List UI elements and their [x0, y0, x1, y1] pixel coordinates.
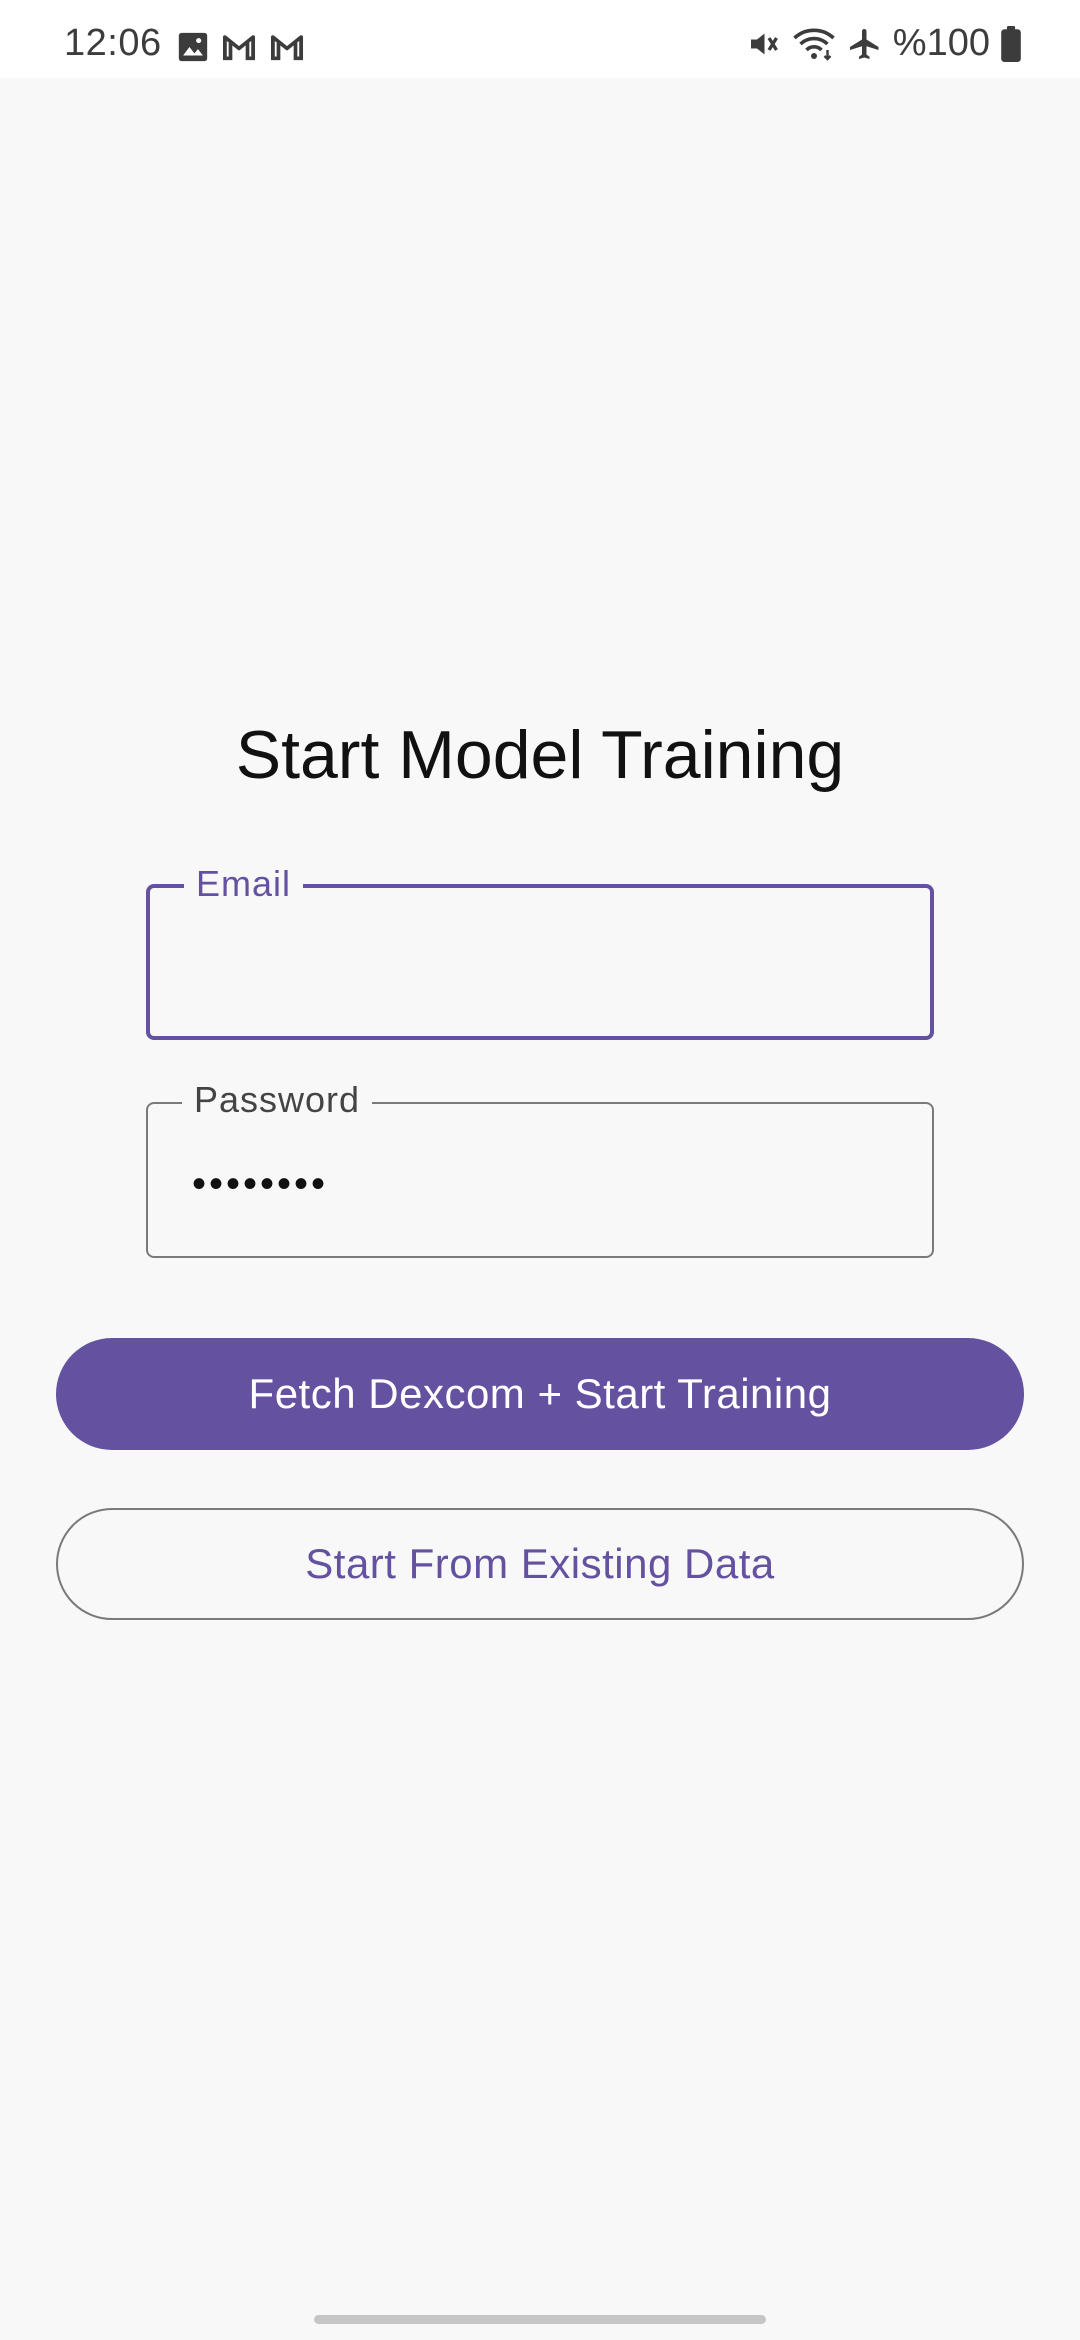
email-field[interactable]: Email	[146, 864, 934, 1040]
start-from-existing-data-button[interactable]: Start From Existing Data	[56, 1508, 1024, 1620]
gmail-icon	[268, 30, 306, 64]
password-field[interactable]: Password ••••••••	[146, 1080, 934, 1258]
status-bar: 12:06 %100	[0, 0, 1080, 78]
battery-icon	[1000, 25, 1022, 62]
password-input[interactable]: ••••••••	[192, 1162, 328, 1207]
password-label: Password	[182, 1080, 373, 1120]
system-status-icons: %100	[745, 22, 1022, 65]
battery-percentage: %100	[892, 22, 990, 64]
page-title: Start Model Training	[235, 717, 845, 793]
notification-icons	[176, 30, 306, 64]
status-time: 12:06	[64, 22, 162, 64]
airplane-icon	[847, 26, 883, 62]
image-icon	[176, 30, 210, 64]
email-label: Email	[184, 864, 304, 904]
wifi-icon	[791, 26, 837, 62]
fetch-dexcom-start-training-button[interactable]: Fetch Dexcom + Start Training	[56, 1338, 1024, 1450]
email-input[interactable]	[194, 940, 910, 1000]
home-indicator[interactable]	[314, 2315, 766, 2324]
gmail-icon	[220, 30, 258, 64]
vibrate-mute-icon	[745, 26, 781, 62]
